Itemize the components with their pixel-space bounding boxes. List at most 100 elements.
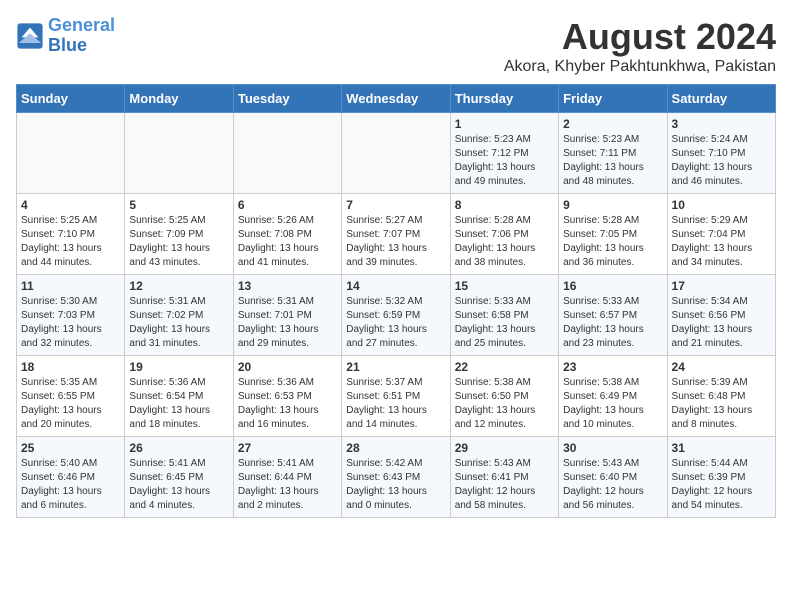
page-header: General Blue August 2024 Akora, Khyber P… bbox=[16, 16, 776, 76]
sunrise-info: Sunrise: 5:30 AM bbox=[21, 296, 97, 307]
daylight-info: Daylight: 13 hours and 6 minutes. bbox=[21, 486, 102, 511]
calendar-cell: 31 Sunrise: 5:44 AM Sunset: 6:39 PM Dayl… bbox=[667, 437, 775, 518]
day-number: 4 bbox=[21, 198, 120, 212]
daylight-info: Daylight: 13 hours and 16 minutes. bbox=[238, 405, 319, 430]
day-number: 16 bbox=[563, 279, 662, 293]
sunset-info: Sunset: 7:10 PM bbox=[21, 229, 95, 240]
logo: General Blue bbox=[16, 16, 115, 56]
calendar-header-row: Sunday Monday Tuesday Wednesday Thursday… bbox=[17, 85, 776, 113]
sunrise-info: Sunrise: 5:36 AM bbox=[129, 377, 205, 388]
sunset-info: Sunset: 7:10 PM bbox=[672, 148, 746, 159]
day-number: 19 bbox=[129, 360, 228, 374]
logo-icon bbox=[16, 22, 44, 50]
sunset-info: Sunset: 6:50 PM bbox=[455, 391, 529, 402]
sunrise-info: Sunrise: 5:26 AM bbox=[238, 215, 314, 226]
calendar-cell: 29 Sunrise: 5:43 AM Sunset: 6:41 PM Dayl… bbox=[450, 437, 558, 518]
daylight-info: Daylight: 12 hours and 54 minutes. bbox=[672, 486, 753, 511]
daylight-info: Daylight: 13 hours and 2 minutes. bbox=[238, 486, 319, 511]
calendar-week-row: 18 Sunrise: 5:35 AM Sunset: 6:55 PM Dayl… bbox=[17, 356, 776, 437]
sunset-info: Sunset: 7:02 PM bbox=[129, 310, 203, 321]
month-year-title: August 2024 bbox=[504, 16, 776, 58]
day-number: 25 bbox=[21, 441, 120, 455]
sunrise-info: Sunrise: 5:42 AM bbox=[346, 458, 422, 469]
header-wednesday: Wednesday bbox=[342, 85, 450, 113]
sunrise-info: Sunrise: 5:29 AM bbox=[672, 215, 748, 226]
calendar-cell: 9 Sunrise: 5:28 AM Sunset: 7:05 PM Dayli… bbox=[559, 194, 667, 275]
sunrise-info: Sunrise: 5:43 AM bbox=[563, 458, 639, 469]
sunrise-info: Sunrise: 5:24 AM bbox=[672, 134, 748, 145]
calendar-cell bbox=[125, 113, 233, 194]
calendar-cell: 18 Sunrise: 5:35 AM Sunset: 6:55 PM Dayl… bbox=[17, 356, 125, 437]
day-number: 14 bbox=[346, 279, 445, 293]
day-number: 26 bbox=[129, 441, 228, 455]
daylight-info: Daylight: 13 hours and 21 minutes. bbox=[672, 324, 753, 349]
daylight-info: Daylight: 13 hours and 29 minutes. bbox=[238, 324, 319, 349]
calendar-table: Sunday Monday Tuesday Wednesday Thursday… bbox=[16, 84, 776, 518]
location-subtitle: Akora, Khyber Pakhtunkhwa, Pakistan bbox=[504, 58, 776, 76]
sunset-info: Sunset: 6:56 PM bbox=[672, 310, 746, 321]
daylight-info: Daylight: 13 hours and 25 minutes. bbox=[455, 324, 536, 349]
sunset-info: Sunset: 7:04 PM bbox=[672, 229, 746, 240]
daylight-info: Daylight: 13 hours and 43 minutes. bbox=[129, 243, 210, 268]
sunset-info: Sunset: 6:59 PM bbox=[346, 310, 420, 321]
daylight-info: Daylight: 13 hours and 18 minutes. bbox=[129, 405, 210, 430]
sunset-info: Sunset: 6:46 PM bbox=[21, 472, 95, 483]
sunset-info: Sunset: 6:49 PM bbox=[563, 391, 637, 402]
daylight-info: Daylight: 13 hours and 44 minutes. bbox=[21, 243, 102, 268]
day-number: 13 bbox=[238, 279, 337, 293]
calendar-cell: 1 Sunrise: 5:23 AM Sunset: 7:12 PM Dayli… bbox=[450, 113, 558, 194]
calendar-cell: 17 Sunrise: 5:34 AM Sunset: 6:56 PM Dayl… bbox=[667, 275, 775, 356]
sunset-info: Sunset: 7:11 PM bbox=[563, 148, 636, 159]
daylight-info: Daylight: 13 hours and 23 minutes. bbox=[563, 324, 644, 349]
sunrise-info: Sunrise: 5:23 AM bbox=[455, 134, 531, 145]
sunset-info: Sunset: 6:41 PM bbox=[455, 472, 529, 483]
calendar-cell: 27 Sunrise: 5:41 AM Sunset: 6:44 PM Dayl… bbox=[233, 437, 341, 518]
sunrise-info: Sunrise: 5:43 AM bbox=[455, 458, 531, 469]
day-number: 17 bbox=[672, 279, 771, 293]
calendar-cell: 19 Sunrise: 5:36 AM Sunset: 6:54 PM Dayl… bbox=[125, 356, 233, 437]
sunrise-info: Sunrise: 5:40 AM bbox=[21, 458, 97, 469]
day-number: 1 bbox=[455, 117, 554, 131]
day-number: 23 bbox=[563, 360, 662, 374]
day-number: 6 bbox=[238, 198, 337, 212]
logo-text: General Blue bbox=[48, 16, 115, 56]
calendar-cell: 23 Sunrise: 5:38 AM Sunset: 6:49 PM Dayl… bbox=[559, 356, 667, 437]
daylight-info: Daylight: 13 hours and 41 minutes. bbox=[238, 243, 319, 268]
day-number: 30 bbox=[563, 441, 662, 455]
sunrise-info: Sunrise: 5:32 AM bbox=[346, 296, 422, 307]
sunrise-info: Sunrise: 5:37 AM bbox=[346, 377, 422, 388]
header-saturday: Saturday bbox=[667, 85, 775, 113]
calendar-cell: 7 Sunrise: 5:27 AM Sunset: 7:07 PM Dayli… bbox=[342, 194, 450, 275]
sunrise-info: Sunrise: 5:27 AM bbox=[346, 215, 422, 226]
daylight-info: Daylight: 13 hours and 20 minutes. bbox=[21, 405, 102, 430]
calendar-cell: 24 Sunrise: 5:39 AM Sunset: 6:48 PM Dayl… bbox=[667, 356, 775, 437]
daylight-info: Daylight: 13 hours and 48 minutes. bbox=[563, 162, 644, 187]
calendar-cell: 22 Sunrise: 5:38 AM Sunset: 6:50 PM Dayl… bbox=[450, 356, 558, 437]
sunset-info: Sunset: 6:45 PM bbox=[129, 472, 203, 483]
sunset-info: Sunset: 7:06 PM bbox=[455, 229, 529, 240]
day-number: 21 bbox=[346, 360, 445, 374]
day-number: 11 bbox=[21, 279, 120, 293]
sunset-info: Sunset: 7:07 PM bbox=[346, 229, 420, 240]
sunset-info: Sunset: 6:58 PM bbox=[455, 310, 529, 321]
sunset-info: Sunset: 6:55 PM bbox=[21, 391, 95, 402]
day-number: 15 bbox=[455, 279, 554, 293]
daylight-info: Daylight: 13 hours and 10 minutes. bbox=[563, 405, 644, 430]
calendar-cell: 5 Sunrise: 5:25 AM Sunset: 7:09 PM Dayli… bbox=[125, 194, 233, 275]
day-number: 28 bbox=[346, 441, 445, 455]
daylight-info: Daylight: 12 hours and 58 minutes. bbox=[455, 486, 536, 511]
sunset-info: Sunset: 7:08 PM bbox=[238, 229, 312, 240]
sunrise-info: Sunrise: 5:25 AM bbox=[21, 215, 97, 226]
sunset-info: Sunset: 6:40 PM bbox=[563, 472, 637, 483]
daylight-info: Daylight: 12 hours and 56 minutes. bbox=[563, 486, 644, 511]
calendar-cell: 30 Sunrise: 5:43 AM Sunset: 6:40 PM Dayl… bbox=[559, 437, 667, 518]
header-thursday: Thursday bbox=[450, 85, 558, 113]
daylight-info: Daylight: 13 hours and 46 minutes. bbox=[672, 162, 753, 187]
sunrise-info: Sunrise: 5:31 AM bbox=[238, 296, 314, 307]
day-number: 31 bbox=[672, 441, 771, 455]
sunrise-info: Sunrise: 5:28 AM bbox=[563, 215, 639, 226]
day-number: 7 bbox=[346, 198, 445, 212]
day-number: 8 bbox=[455, 198, 554, 212]
calendar-cell: 28 Sunrise: 5:42 AM Sunset: 6:43 PM Dayl… bbox=[342, 437, 450, 518]
sunset-info: Sunset: 6:51 PM bbox=[346, 391, 420, 402]
